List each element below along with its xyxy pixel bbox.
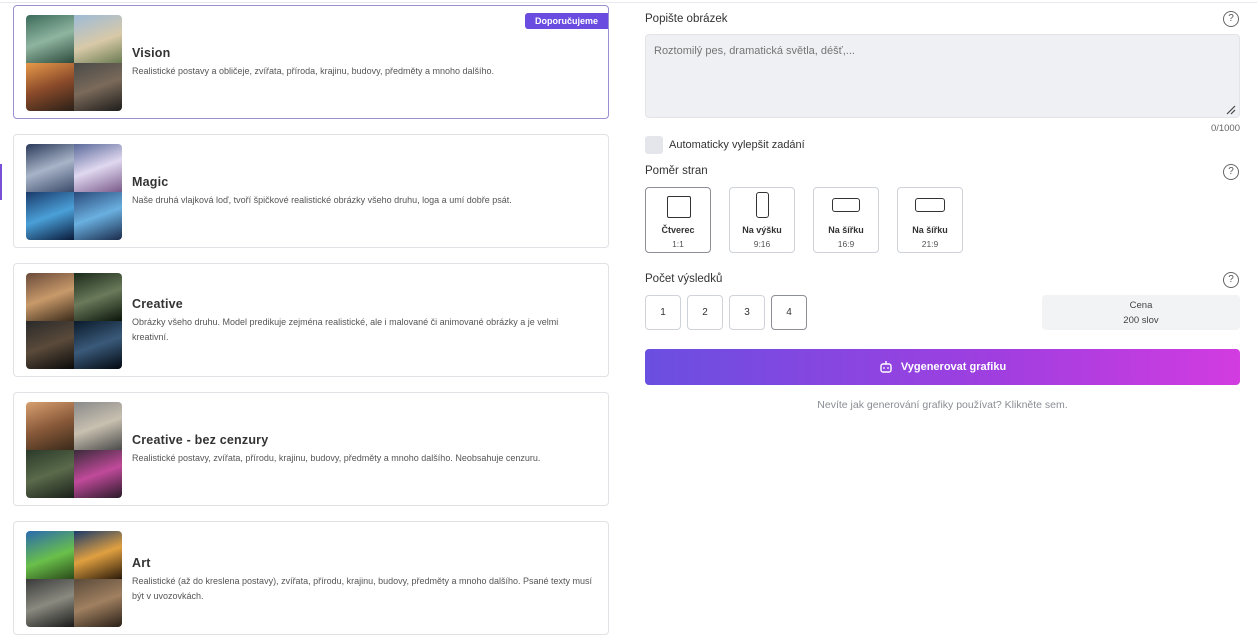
aspect-option-ratio: 16:9 [837,239,855,249]
prompt-help-icon[interactable]: ? [1223,11,1239,27]
model-card-vision[interactable]: Vision Realistické postavy a obličeje, z… [13,5,609,119]
model-card-art[interactable]: Art Realistické (až do kreslena postavy)… [13,521,609,635]
aspect-option-ratio: 1:1 [672,239,684,249]
result-count-label: Počet výsledků [645,273,723,285]
character-counter: 0/1000 [1210,123,1240,134]
aspect-ratio-label: Poměr stran [645,165,708,177]
model-description: Realistické postavy, zvířata, přírodu, k… [132,453,541,463]
model-card-creative[interactable]: Creative Obrázky všeho druhu. Model pred… [13,263,609,377]
aspect-option-ratio: 9:16 [753,239,771,249]
model-title: Magic [132,175,169,189]
model-card-creative-uncensored[interactable]: Creative - bez cenzury Realistické posta… [13,392,609,506]
aspect-option-ratio: 21:9 [921,239,939,249]
model-description: Realistické postavy a obličeje, zvířata,… [132,66,495,76]
aspect-help-icon[interactable]: ? [1223,164,1239,180]
generate-button[interactable]: Vygenerovat grafiku [645,349,1240,385]
aspect-option-landscape-21-9[interactable]: Na šířku 21:9 [897,187,963,253]
model-thumbnail-magic [26,144,122,240]
square-shape-icon [667,196,691,218]
model-thumbnail-art [26,531,122,627]
result-count-option-3[interactable]: 3 [729,295,765,330]
price-value: 200 slov [1123,315,1159,326]
price-box: Cena 200 slov [1042,295,1240,330]
aspect-option-portrait[interactable]: Na výšku 9:16 [729,187,795,253]
aspect-option-name: Na šířku [912,225,948,235]
aspect-option-square[interactable]: Čtverec 1:1 [645,187,711,253]
aspect-option-name: Na šířku [828,225,864,235]
left-scroll-indicator [0,164,2,200]
model-card-magic[interactable]: Magic Naše druhá vlajková loď, tvoří špi… [13,134,609,248]
prompt-input[interactable] [645,34,1240,118]
robot-icon [880,361,892,373]
model-thumbnail-creative-uncensored [26,402,122,498]
phone-landscape-icon [832,198,860,212]
result-count-option-1[interactable]: 1 [645,295,681,330]
auto-improve-checkbox[interactable] [645,136,663,154]
prompt-label: Popište obrázek [645,13,728,25]
result-count-help-icon[interactable]: ? [1223,272,1239,288]
model-title: Creative - bez cenzury [132,433,269,447]
result-count-option-4[interactable]: 4 [771,295,807,330]
help-link[interactable]: Nevíte jak generování grafiky používat? … [645,399,1240,411]
price-label: Cena [1129,300,1153,311]
resize-handle-icon[interactable] [1226,105,1236,115]
phone-portrait-icon [756,192,769,218]
model-title: Art [132,556,151,570]
model-title: Vision [132,46,171,60]
recommended-badge: Doporučujeme [524,13,608,29]
model-description: Obrázky všeho druhu. Model predikuje zej… [132,317,559,342]
auto-improve-label[interactable]: Automaticky vylepšit zadání [669,139,805,151]
aspect-option-name: Na výšku [742,225,782,235]
generate-button-label: Vygenerovat grafiku [900,361,1007,373]
model-thumbnail-creative [26,273,122,369]
model-description: Realistické (až do kreslena postavy), zv… [132,576,593,601]
aspect-option-name: Čtverec [661,225,695,235]
aspect-option-landscape-16-9[interactable]: Na šířku 16:9 [813,187,879,253]
result-count-option-2[interactable]: 2 [687,295,723,330]
phone-landscape-wide-icon [915,198,945,212]
model-title: Creative [132,297,183,311]
model-description: Naše druhá vlajková loď, tvoří špičkové … [132,195,512,205]
model-thumbnail-vision [26,15,122,111]
top-divider [0,2,1257,3]
